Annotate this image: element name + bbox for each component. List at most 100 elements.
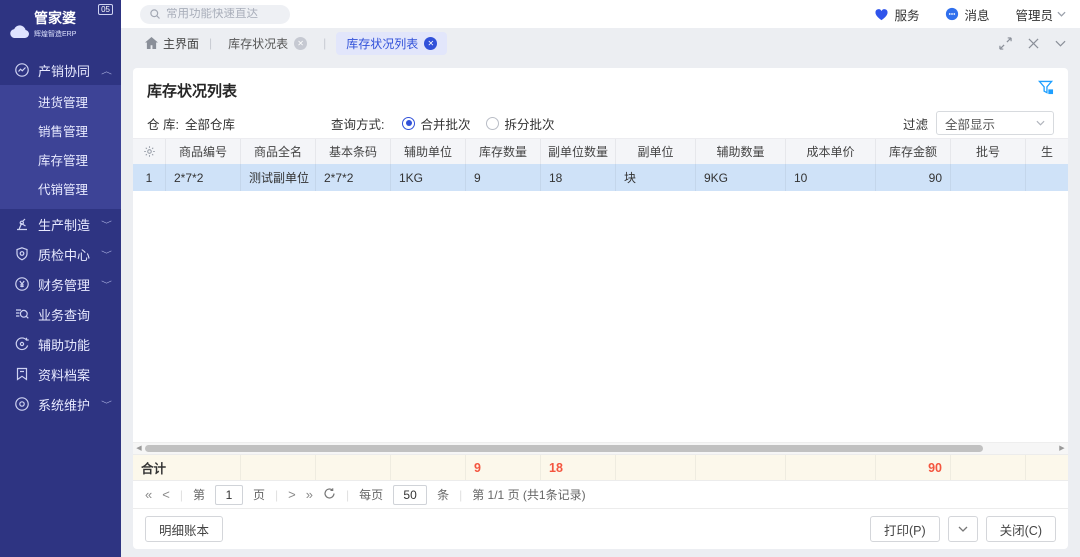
messages-link[interactable]: 消息 bbox=[945, 5, 989, 24]
pagination: « < | 第 页 | > » | 每页 条 | bbox=[133, 481, 1068, 509]
column-header[interactable]: 辅助数量 bbox=[696, 139, 786, 164]
filter-select-value: 全部显示 bbox=[945, 114, 1036, 133]
first-page-button[interactable]: « bbox=[145, 487, 152, 502]
column-header[interactable]: 成本单价 bbox=[786, 139, 876, 164]
search-icon bbox=[149, 8, 161, 20]
tab-label: 库存状况表 bbox=[228, 35, 288, 52]
column-header[interactable]: 批号 bbox=[951, 139, 1026, 164]
search-input[interactable] bbox=[166, 8, 276, 20]
collab-icon bbox=[14, 62, 30, 78]
close-icon[interactable] bbox=[1028, 38, 1039, 49]
scroll-left-arrow-icon[interactable]: ◀ bbox=[133, 443, 145, 455]
sidebar-submenu: 进货管理 销售管理 库存管理 代销管理 bbox=[0, 85, 121, 209]
column-settings-gear-icon[interactable] bbox=[133, 139, 166, 164]
column-header[interactable]: 商品编号 bbox=[166, 139, 241, 164]
content-area: 库存状况列表 仓 库: 全部仓库 查询方式: 合并批次 bbox=[121, 58, 1080, 557]
sidebar-item-label: 系统维护 bbox=[38, 395, 94, 414]
close-button[interactable]: 关闭(C) bbox=[986, 516, 1056, 542]
system-icon bbox=[14, 396, 30, 412]
cloud-icon bbox=[8, 25, 30, 39]
tab-divider: | bbox=[209, 36, 212, 50]
sidebar-item-label: 业务查询 bbox=[38, 305, 111, 324]
sidebar-item-label: 财务管理 bbox=[38, 275, 94, 294]
sidebar-item-system[interactable]: 系统维护 ﹀ bbox=[0, 389, 121, 419]
chevron-down-icon bbox=[958, 526, 968, 532]
filter-select[interactable]: 全部显示 bbox=[936, 111, 1054, 135]
home-icon bbox=[145, 37, 158, 49]
messages-label: 消息 bbox=[964, 5, 989, 24]
print-button[interactable]: 打印(P) bbox=[870, 516, 940, 542]
tab-close-icon[interactable]: ✕ bbox=[294, 37, 307, 50]
user-menu[interactable]: 管理员 bbox=[1015, 5, 1066, 24]
warehouse-value[interactable]: 全部仓库 bbox=[185, 114, 235, 133]
detail-ledger-button[interactable]: 明细账本 bbox=[145, 516, 223, 542]
total-cell bbox=[696, 455, 786, 480]
sidebar-item-sales[interactable]: 销售管理 bbox=[0, 118, 121, 147]
row-index: 1 bbox=[133, 164, 166, 191]
chevron-down-icon: ﹀ bbox=[101, 278, 112, 290]
sidebar-item-quality[interactable]: 质检中心 ﹀ bbox=[0, 239, 121, 269]
column-header[interactable]: 库存金额 bbox=[876, 139, 951, 164]
refresh-icon[interactable] bbox=[323, 487, 336, 503]
column-header[interactable]: 库存数量 bbox=[466, 139, 541, 164]
scroll-right-arrow-icon[interactable]: ▶ bbox=[1056, 443, 1068, 455]
total-cell bbox=[951, 455, 1026, 480]
radio-split-batch[interactable]: 拆分批次 bbox=[486, 114, 554, 133]
totals-row: 合计 9 18 90 bbox=[133, 454, 1068, 481]
sidebar-item-archive[interactable]: 资料档案 bbox=[0, 359, 121, 389]
service-link[interactable]: 服务 bbox=[874, 5, 919, 24]
sidebar-item-consign[interactable]: 代销管理 bbox=[0, 176, 121, 205]
column-header[interactable]: 副单位数量 bbox=[541, 139, 616, 164]
print-dropdown-button[interactable] bbox=[948, 516, 978, 542]
brand-subtitle: 辉煌智造ERP bbox=[34, 29, 76, 39]
column-header[interactable]: 基本条码 bbox=[316, 139, 391, 164]
tab-close-icon[interactable]: ✕ bbox=[424, 37, 437, 50]
sidebar-item-finance[interactable]: 财务管理 ﹀ bbox=[0, 269, 121, 299]
sidebar-item-purchase[interactable]: 进货管理 bbox=[0, 89, 121, 118]
brand-logo: 管家婆 辉煌智造ERP 05 bbox=[0, 0, 121, 45]
filter-label: 过滤 bbox=[903, 114, 928, 133]
tab-home[interactable]: 主界面 bbox=[145, 35, 199, 52]
table-row[interactable]: 1 2*7*2 测试副单位 2*7*2 1KG 9 18 块 9KG 10 90 bbox=[133, 164, 1068, 191]
sidebar-item-label: 资料档案 bbox=[38, 365, 111, 384]
sidebar-item-label: 产销协同 bbox=[38, 61, 94, 80]
quick-search[interactable] bbox=[140, 5, 290, 24]
total-cell bbox=[316, 455, 391, 480]
page-number-input[interactable] bbox=[215, 485, 243, 505]
query-mode-label: 查询方式: bbox=[331, 114, 384, 133]
per-page-input[interactable] bbox=[393, 485, 427, 505]
main-area: 服务 消息 管理员 主界面 | 库存状况表 ✕ bbox=[121, 0, 1080, 557]
sidebar-item-business-query[interactable]: 业务查询 bbox=[0, 299, 121, 329]
radio-merge-batch[interactable]: 合并批次 bbox=[402, 114, 470, 133]
column-header[interactable]: 生 bbox=[1026, 139, 1068, 164]
tab-stock-list[interactable]: 库存状况列表 ✕ bbox=[336, 32, 447, 55]
column-header[interactable]: 商品全名 bbox=[241, 139, 316, 164]
sidebar-item-collab[interactable]: 产销协同 ︿ bbox=[0, 55, 121, 85]
cell-barcode: 2*7*2 bbox=[316, 164, 391, 191]
total-cell bbox=[241, 455, 316, 480]
scrollbar-thumb[interactable] bbox=[145, 445, 983, 452]
sidebar-item-assist[interactable]: 辅助功能 bbox=[0, 329, 121, 359]
page-title: 库存状况列表 bbox=[147, 80, 237, 101]
chevron-down-icon bbox=[1036, 120, 1045, 126]
total-subunit-qty: 18 bbox=[541, 455, 616, 480]
per-page-label: 每页 bbox=[359, 486, 383, 503]
message-icon bbox=[945, 7, 959, 21]
next-page-button[interactable]: > bbox=[288, 487, 296, 502]
radio-unselected-icon bbox=[486, 117, 499, 130]
sidebar: 管家婆 辉煌智造ERP 05 产销协同 ︿ 进货管理 销售管理 库存管理 代销管… bbox=[0, 0, 121, 557]
last-page-button[interactable]: » bbox=[306, 487, 313, 502]
table-header: 商品编号 商品全名 基本条码 辅助单位 库存数量 副单位数量 副单位 辅助数量 … bbox=[133, 138, 1068, 164]
sidebar-item-manufacture[interactable]: 生产制造 ﹀ bbox=[0, 209, 121, 239]
maximize-icon[interactable] bbox=[999, 37, 1012, 50]
filter-funnel-icon[interactable] bbox=[1038, 80, 1054, 98]
column-header[interactable]: 辅助单位 bbox=[391, 139, 466, 164]
prev-page-button[interactable]: < bbox=[162, 487, 170, 502]
tab-stock-report[interactable]: 库存状况表 ✕ bbox=[222, 32, 313, 55]
total-stock-amount: 90 bbox=[876, 455, 951, 480]
radio-merge-label: 合并批次 bbox=[420, 114, 470, 133]
sidebar-item-inventory[interactable]: 库存管理 bbox=[0, 147, 121, 176]
chevron-down-icon[interactable] bbox=[1055, 40, 1066, 47]
column-header[interactable]: 副单位 bbox=[616, 139, 696, 164]
cell-product-name: 测试副单位 bbox=[241, 164, 316, 191]
